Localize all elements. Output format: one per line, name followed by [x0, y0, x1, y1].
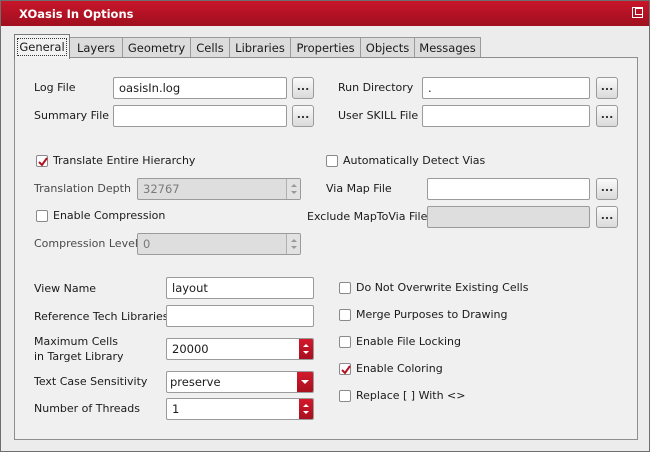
tab-cells-label: Cells	[196, 41, 224, 55]
chevron-down-icon	[301, 380, 309, 384]
translation-depth-value: 32767	[143, 182, 180, 196]
do-not-overwrite-checkbox[interactable]	[339, 282, 351, 294]
maximum-cells-label-line1: Maximum Cells	[34, 335, 118, 348]
compression-level-label: Compression Level	[34, 237, 138, 250]
run-directory-label: Run Directory	[338, 81, 414, 94]
do-not-overwrite-label: Do Not Overwrite Existing Cells	[356, 281, 529, 294]
via-map-file-input[interactable]	[427, 178, 590, 200]
translate-hierarchy-label: Translate Entire Hierarchy	[53, 154, 196, 167]
window-title: XOasis In Options	[19, 7, 134, 21]
enable-file-locking-checkbox[interactable]	[339, 336, 351, 348]
via-map-file-browse-button[interactable]: ...	[596, 178, 618, 200]
maximum-cells-spinbox[interactable]: 20000	[166, 338, 314, 360]
enable-coloring-checkbox[interactable]	[339, 363, 351, 375]
tab-objects[interactable]: Objects	[360, 37, 415, 58]
maximize-icon[interactable]	[632, 7, 643, 18]
maximum-cells-value: 20000	[172, 342, 209, 356]
title-bar[interactable]: XOasis In Options	[1, 1, 649, 26]
auto-detect-vias-label: Automatically Detect Vias	[343, 154, 486, 167]
maximum-cells-label-line2: in Target Library	[34, 350, 124, 363]
view-name-label: View Name	[34, 282, 97, 295]
tab-properties[interactable]: Properties	[290, 37, 361, 58]
exclude-maptovia-label: Exclude MapToVia File	[307, 210, 428, 223]
translation-depth-spin-arrows[interactable]	[286, 179, 300, 199]
enable-compression-label: Enable Compression	[53, 209, 166, 222]
reference-tech-libraries-input[interactable]	[166, 305, 314, 327]
view-name-input[interactable]: layout	[166, 277, 314, 299]
number-of-threads-value: 1	[172, 402, 180, 416]
tab-libraries[interactable]: Libraries	[229, 37, 291, 58]
replace-brackets-label: Replace [ ] With <>	[356, 389, 466, 402]
tab-layers-label: Layers	[76, 41, 116, 55]
tab-general-label: General	[17, 38, 67, 56]
replace-brackets-checkbox[interactable]	[339, 390, 351, 402]
translation-depth-label: Translation Depth	[34, 182, 131, 195]
spin-arrows-icon	[291, 239, 297, 249]
number-of-threads-spin-arrows[interactable]	[299, 399, 313, 419]
number-of-threads-label: Number of Threads	[34, 402, 140, 415]
exclude-maptovia-browse-button[interactable]: ...	[596, 206, 618, 228]
run-directory-browse-button[interactable]: ...	[596, 77, 618, 99]
checkmark-icon	[341, 365, 351, 375]
general-panel: Log File oasisIn.log ... Run Directory .…	[14, 57, 638, 440]
tab-objects-label: Objects	[365, 41, 410, 55]
tab-messages-label: Messages	[419, 41, 476, 55]
summary-file-input[interactable]	[113, 105, 287, 127]
tab-geometry-label: Geometry	[127, 41, 186, 55]
translate-hierarchy-checkbox[interactable]	[36, 155, 48, 167]
compression-level-spin-arrows[interactable]	[286, 234, 300, 254]
maximum-cells-spin-arrows[interactable]	[299, 339, 313, 359]
spin-arrows-icon	[291, 184, 297, 194]
merge-purposes-checkbox[interactable]	[339, 309, 351, 321]
tab-geometry[interactable]: Geometry	[122, 37, 191, 58]
merge-purposes-label: Merge Purposes to Drawing	[356, 308, 508, 321]
tab-properties-label: Properties	[296, 41, 355, 55]
reference-tech-libraries-label: Reference Tech Libraries	[34, 310, 169, 323]
log-file-input[interactable]: oasisIn.log	[113, 77, 287, 99]
tab-libraries-label: Libraries	[235, 41, 285, 55]
text-case-sensitivity-select[interactable]: preserve	[166, 371, 314, 393]
user-skill-file-browse-button[interactable]: ...	[596, 105, 618, 127]
compression-level-spinbox[interactable]: 0	[137, 233, 301, 255]
tab-cells[interactable]: Cells	[190, 37, 230, 58]
summary-file-browse-button[interactable]: ...	[292, 105, 314, 127]
text-case-sensitivity-value: preserve	[170, 375, 221, 389]
enable-compression-checkbox[interactable]	[36, 210, 48, 222]
via-map-file-label: Via Map File	[326, 182, 392, 195]
checkmark-icon	[38, 157, 48, 167]
user-skill-file-input[interactable]	[422, 105, 590, 127]
tab-general[interactable]: General	[14, 34, 70, 59]
spin-arrows-icon	[303, 344, 309, 354]
compression-level-value: 0	[143, 237, 151, 251]
xoasis-in-options-window: XOasis In Options General Layers Geometr…	[0, 0, 650, 452]
user-skill-file-label: User SKILL File	[338, 109, 419, 122]
exclude-maptovia-input[interactable]	[427, 206, 590, 228]
dropdown-button[interactable]	[297, 372, 313, 392]
number-of-threads-spinbox[interactable]: 1	[166, 398, 314, 420]
log-file-browse-button[interactable]: ...	[292, 77, 314, 99]
auto-detect-vias-checkbox[interactable]	[326, 155, 338, 167]
tab-layers[interactable]: Layers	[69, 37, 123, 58]
spin-arrows-icon	[303, 404, 309, 414]
text-case-sensitivity-label: Text Case Sensitivity	[34, 375, 148, 388]
translation-depth-spinbox[interactable]: 32767	[137, 178, 301, 200]
run-directory-input[interactable]: .	[422, 77, 590, 99]
tab-messages[interactable]: Messages	[414, 37, 481, 58]
enable-file-locking-label: Enable File Locking	[356, 335, 461, 348]
summary-file-label: Summary File	[34, 109, 110, 122]
enable-coloring-label: Enable Coloring	[356, 362, 443, 375]
log-file-label: Log File	[34, 81, 76, 94]
